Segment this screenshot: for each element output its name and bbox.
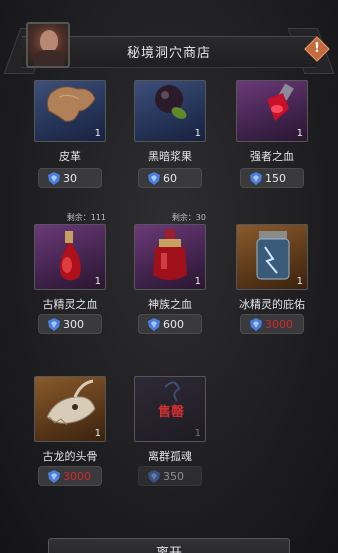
gem-icon xyxy=(48,470,60,483)
gem-icon xyxy=(148,172,160,185)
item-quantity: 1 xyxy=(194,128,201,139)
info-button[interactable]: ! xyxy=(304,36,330,62)
price-tag[interactable]: 150 xyxy=(240,168,304,188)
gem-icon xyxy=(148,470,160,483)
leave-label: 离开 xyxy=(49,542,289,553)
gem-icon xyxy=(250,172,262,185)
item-quantity: 1 xyxy=(296,276,303,287)
sold-out-label: 售罄 xyxy=(157,405,184,420)
item-quantity: 1 xyxy=(94,128,101,139)
item-card[interactable]: 1 xyxy=(236,80,308,142)
item-name: 古精灵之血 xyxy=(42,298,98,311)
shop-title: 秘境洞穴商店 xyxy=(126,46,211,61)
price-tag[interactable]: 3000 xyxy=(38,466,102,486)
leave-button[interactable]: 离开 xyxy=(48,538,290,553)
item-name: 古龙的头骨 xyxy=(42,450,98,463)
price-tag: 350 xyxy=(138,466,202,486)
item-card[interactable]: 1 xyxy=(134,224,206,290)
item-quantity: 1 xyxy=(296,128,303,139)
price-value: 3000 xyxy=(265,318,293,331)
item-card[interactable]: 1 xyxy=(236,224,308,290)
stock-remaining: 剩余：30 xyxy=(171,213,206,222)
gem-icon xyxy=(48,318,60,331)
price-value: 3000 xyxy=(63,470,91,483)
info-icon: ! xyxy=(314,41,320,56)
price-value: 600 xyxy=(163,318,184,331)
item-quantity: 1 xyxy=(94,276,101,287)
price-value: 60 xyxy=(163,172,177,185)
gem-icon xyxy=(250,318,262,331)
item-name: 皮革 xyxy=(59,150,81,163)
item-name: 强者之血 xyxy=(250,150,294,163)
gem-icon xyxy=(148,318,160,331)
item-name: 离群孤魂 xyxy=(148,450,192,463)
price-tag[interactable]: 30 xyxy=(38,168,102,188)
item-card[interactable]: 1 xyxy=(34,224,106,290)
price-tag[interactable]: 3000 xyxy=(240,314,304,334)
item-card[interactable]: 售罄 1 xyxy=(134,376,206,442)
price-value: 350 xyxy=(163,470,184,483)
item-name: 黑暗浆果 xyxy=(148,150,192,163)
item-card[interactable]: 1 xyxy=(34,376,106,442)
gem-icon xyxy=(48,172,60,185)
item-card[interactable]: 1 xyxy=(34,80,106,142)
item-quantity: 1 xyxy=(194,276,201,287)
item-quantity: 1 xyxy=(94,428,101,439)
item-name: 神族之血 xyxy=(148,298,192,311)
item-name: 冰精灵的庇佑 xyxy=(239,298,305,311)
shop-header: 秘境洞穴商店 ! xyxy=(0,14,338,74)
item-card[interactable]: 1 xyxy=(134,80,206,142)
price-value: 30 xyxy=(63,172,77,185)
stock-remaining: 剩余：111 xyxy=(66,213,106,222)
price-tag[interactable]: 300 xyxy=(38,314,102,334)
price-value: 300 xyxy=(63,318,84,331)
price-tag[interactable]: 600 xyxy=(138,314,202,334)
price-value: 150 xyxy=(265,172,286,185)
price-tag[interactable]: 60 xyxy=(138,168,202,188)
item-quantity: 1 xyxy=(194,428,201,439)
